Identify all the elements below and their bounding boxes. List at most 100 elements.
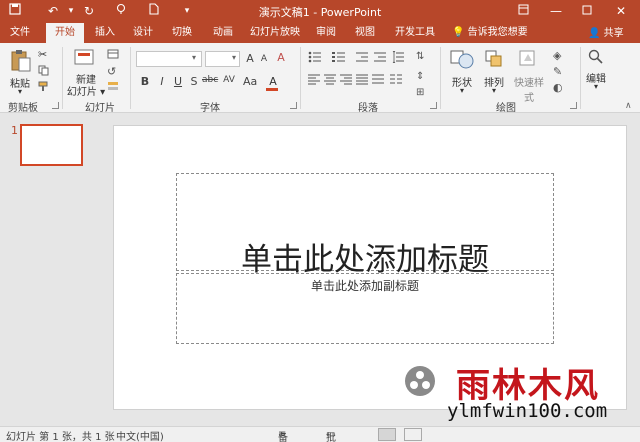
font-launcher-icon[interactable] — [290, 102, 297, 109]
arrange-dropdown-icon[interactable]: ▾ — [486, 86, 502, 95]
clipboard-group-label: 剪贴板 — [8, 103, 38, 114]
align-right-icon[interactable] — [340, 73, 352, 88]
notes-label: 备注 — [278, 433, 288, 442]
tab-slideshow[interactable]: 幻灯片放映 — [247, 23, 303, 43]
section-icon[interactable] — [107, 81, 119, 94]
separator — [440, 47, 441, 109]
minimize-icon[interactable]: — — [543, 2, 569, 21]
strikethrough-icon[interactable]: abc — [202, 75, 218, 85]
new-slide-dropdown[interactable]: 幻灯片 ▾ — [64, 83, 108, 98]
separator — [580, 47, 581, 109]
cut-icon[interactable]: ✂ — [38, 48, 47, 61]
decrease-font-icon[interactable]: A — [257, 54, 271, 64]
tab-developer[interactable]: 开发工具 — [389, 23, 441, 43]
tab-view[interactable]: 视图 — [348, 23, 382, 43]
change-case-icon[interactable]: Aa — [243, 75, 257, 88]
title-placeholder[interactable]: 单击此处添加标题 — [176, 173, 554, 278]
clipboard-launcher-icon[interactable] — [52, 102, 59, 109]
clear-format-icon[interactable]: A — [274, 51, 288, 64]
tab-design[interactable]: 设计 — [126, 23, 160, 43]
underline-icon[interactable]: U — [171, 75, 185, 88]
tab-file[interactable]: 文件 — [4, 23, 36, 43]
ribbon: 粘贴 ▾ ✂ 剪贴板 新建 幻灯片 ▾ ↺ 幻灯片 ▾ ▾ A A A B I … — [0, 43, 640, 114]
decrease-indent-icon[interactable] — [356, 51, 368, 66]
font-group-label: 字体 — [200, 103, 220, 114]
ribbon-display-options-icon[interactable] — [510, 2, 536, 21]
justify-icon[interactable] — [356, 73, 368, 88]
copy-icon[interactable] — [38, 65, 49, 79]
shapes-dropdown-icon[interactable]: ▾ — [454, 86, 470, 95]
shadow-icon[interactable]: S — [187, 75, 201, 88]
paragraph-launcher-icon[interactable] — [430, 102, 437, 109]
increase-indent-icon[interactable] — [374, 51, 386, 66]
bold-icon[interactable]: B — [138, 75, 152, 88]
find-icon[interactable] — [588, 49, 604, 68]
smartart-icon[interactable]: ⊞ — [416, 87, 424, 98]
tab-home[interactable]: 开始 — [46, 23, 84, 44]
subtitle-placeholder[interactable]: 单击此处添加副标题 — [176, 273, 554, 344]
paste-dropdown-icon[interactable]: ▾ — [12, 87, 28, 96]
shape-outline-icon[interactable]: ✎ — [553, 65, 562, 78]
separator — [62, 47, 63, 109]
font-color-icon[interactable]: A — [266, 75, 280, 88]
format-painter-icon[interactable] — [38, 81, 49, 95]
font-name-dropdown-icon[interactable]: ▾ — [192, 53, 196, 62]
align-center-icon[interactable] — [324, 73, 336, 88]
slide-thumbnail[interactable] — [20, 124, 83, 166]
align-left-icon[interactable] — [308, 73, 320, 88]
normal-view-icon[interactable] — [378, 428, 396, 441]
tell-me-box[interactable]: 💡 告诉我您想要 — [452, 23, 528, 43]
tab-animations[interactable]: 动画 — [204, 23, 242, 43]
new-slide-icon[interactable] — [74, 48, 96, 71]
drawing-group-label: 绘图 — [496, 103, 516, 114]
status-bar: 幻灯片 第 1 张，共 1 张 中文(中国) ≡ 备注 ▭ 批注 — [0, 426, 640, 442]
thumbnail-number: 1 — [11, 124, 18, 137]
reset-icon[interactable]: ↺ — [107, 65, 116, 78]
text-direction-icon[interactable]: ⇅ — [416, 51, 424, 62]
title-bar: ↶ ▾ ↻ ▾ 演示文稿1 - PowerPoint — ✕ — [0, 0, 640, 23]
layout-icon[interactable] — [107, 49, 119, 62]
slides-group-label: 幻灯片 — [85, 103, 115, 114]
watermark-url: ylmfwin100.com — [447, 400, 608, 422]
watermark-logo-icon — [405, 366, 435, 396]
italic-icon[interactable]: I — [155, 75, 169, 88]
share-button[interactable]: 👤 共享 — [588, 25, 624, 42]
align-text-icon[interactable]: ⇕ — [416, 71, 424, 82]
paste-icon[interactable] — [10, 49, 32, 76]
ribbon-tabs: 文件 开始 插入 设计 切换 动画 幻灯片放映 审阅 视图 开发工具 💡 告诉我… — [0, 23, 640, 44]
numbering-icon[interactable] — [332, 51, 346, 66]
tab-transitions[interactable]: 切换 — [165, 23, 199, 43]
language-indicator[interactable]: 中文(中国) — [116, 428, 164, 442]
share-label: 共享 — [603, 28, 624, 39]
separator — [130, 47, 131, 109]
separator — [300, 47, 301, 109]
slide-thumbnails-pane: 1 — [0, 114, 100, 426]
paragraph-group-label: 段落 — [358, 103, 378, 114]
editing-dropdown-icon[interactable]: ▾ — [589, 82, 603, 91]
drawing-launcher-icon[interactable] — [570, 102, 577, 109]
tab-review[interactable]: 审阅 — [309, 23, 343, 43]
shapes-icon[interactable] — [450, 48, 474, 73]
slide-sorter-view-icon[interactable] — [404, 428, 422, 441]
collapse-ribbon-icon[interactable]: ∧ — [625, 101, 632, 111]
line-spacing-icon[interactable] — [392, 50, 404, 66]
shape-fill-icon[interactable]: ◈ — [553, 49, 561, 62]
slide-count: 幻灯片 第 1 张，共 1 张 — [6, 432, 115, 442]
distributed-icon[interactable] — [372, 73, 384, 88]
quick-styles-icon[interactable] — [518, 49, 538, 72]
tab-insert[interactable]: 插入 — [88, 23, 122, 43]
maximize-icon[interactable] — [574, 2, 600, 21]
bullets-icon[interactable] — [308, 51, 322, 66]
subtitle-placeholder-text: 单击此处添加副标题 — [310, 279, 419, 293]
font-size-dropdown-icon[interactable]: ▾ — [232, 53, 236, 62]
comments-label: 批注 — [326, 433, 336, 442]
tell-me-text: 告诉我您想要 — [467, 27, 528, 38]
person-icon: 👤 — [588, 28, 601, 39]
character-spacing-icon[interactable]: AV — [222, 75, 236, 85]
columns-icon[interactable] — [390, 73, 402, 88]
shape-effects-icon[interactable]: ◐ — [553, 81, 563, 94]
increase-font-icon[interactable]: A — [243, 52, 257, 65]
arrange-icon[interactable] — [484, 49, 504, 72]
close-icon[interactable]: ✕ — [608, 2, 634, 21]
lightbulb-icon: 💡 — [452, 27, 465, 38]
